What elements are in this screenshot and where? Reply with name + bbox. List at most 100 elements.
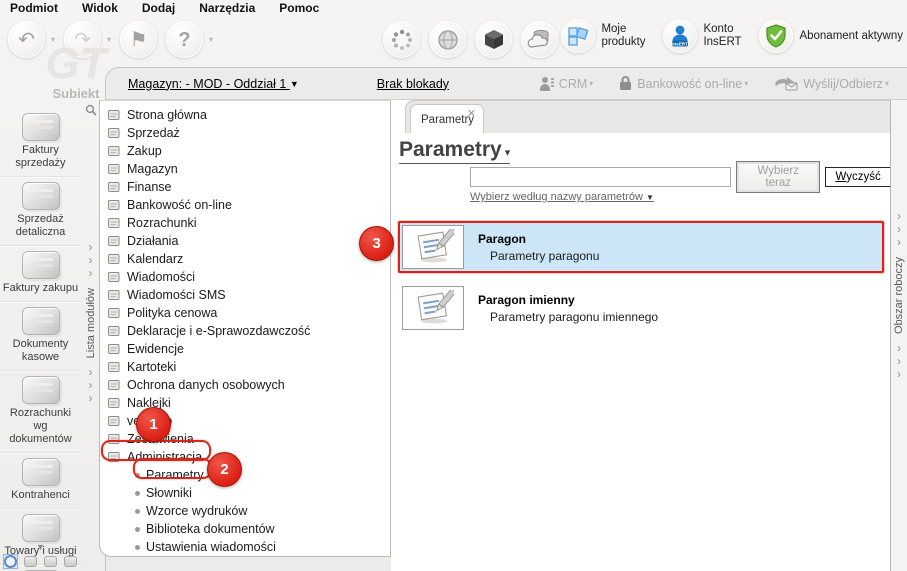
menu-item[interactable]: Pomoc	[279, 1, 319, 17]
insert-account-button[interactable]: InsERT Konto InsERT	[663, 19, 749, 53]
cloud-database-button[interactable]	[521, 21, 558, 58]
tree-item[interactable]: Strona główna	[107, 106, 386, 124]
tree-item[interactable]: Działania	[107, 232, 386, 250]
tree-item[interactable]: Polityka cenowa	[107, 304, 386, 322]
close-icon[interactable]	[467, 107, 476, 120]
send-receive-dropdown-icon	[885, 79, 889, 88]
tree-item-label: Polityka cenowa	[127, 306, 218, 320]
clear-button[interactable]: Wyczyść	[825, 167, 891, 187]
flag-button[interactable]: ⚑	[120, 21, 158, 58]
annotation-step-1: 1	[136, 407, 171, 442]
pricing-policy-icon	[108, 308, 120, 318]
send-receive-button[interactable]: Wyślij/Odbierz	[774, 76, 889, 91]
parameter-search-input[interactable]	[470, 167, 732, 187]
tree-item-label: Kalendarz	[127, 252, 184, 266]
tree-item[interactable]: Słowniki	[107, 484, 386, 502]
sidebar-shortcut[interactable]: Rozrachunki wg dokumentów	[0, 370, 81, 452]
subscription-button[interactable]: Abonament aktywny	[759, 19, 903, 53]
sidebar-shortcut[interactable]: Faktury sprzedaży	[0, 108, 81, 176]
tree-item[interactable]: Rozrachunki	[107, 214, 386, 232]
warehouse-dropdown-icon	[290, 79, 299, 89]
tree-item[interactable]: Kartoteki	[107, 358, 386, 376]
catalogs-icon	[108, 362, 120, 372]
vendero-icon	[108, 416, 120, 426]
my-products-button[interactable]: Moje produkty	[561, 19, 653, 53]
home-icon	[108, 110, 120, 120]
workspace-strip-label[interactable]: Obszar roboczy	[893, 257, 905, 334]
menubar: Podmiot Widok Dodaj Narzędzia Pomoc	[0, 0, 907, 17]
mini-warehouse-icon[interactable]	[63, 554, 78, 569]
online-banking-button[interactable]: Bankowość on-line	[619, 76, 748, 91]
crm-label: CRM	[558, 76, 588, 91]
dotted-ring-icon	[391, 29, 412, 50]
modules-collapse-strip[interactable]: Lista modułów	[82, 100, 99, 530]
tree-item[interactable]: Wzorce wydruków	[107, 502, 386, 520]
tab-strip: Parametry	[405, 100, 890, 133]
pin-icon[interactable]	[85, 104, 97, 116]
mini-current-module-icon[interactable]	[3, 554, 18, 569]
tree-item[interactable]: Bankowość on-line	[107, 196, 386, 214]
select-now-button[interactable]: Wybierz teraz	[736, 161, 821, 193]
product-watermark: GT Subiekt	[36, 42, 116, 102]
module-tree: Strona główna Sprzedaż Zakup Magazyn Fin…	[99, 100, 391, 557]
send-receive-label: Wyślij/Odbierz	[803, 76, 883, 91]
filter-by-name-link[interactable]: Wybierz według nazwy parametrów	[470, 191, 654, 203]
tree-item[interactable]: Ustawienia wiadomości	[107, 538, 386, 556]
settlements-icon	[108, 218, 120, 228]
tree-item[interactable]: Ochrona danych osobowych	[107, 376, 386, 394]
warehouse-selector[interactable]: Magazyn: - MOD - Oddział 1	[128, 77, 299, 91]
tree-item[interactable]: Kalendarz	[107, 250, 386, 268]
mini-purchase-icon[interactable]	[43, 554, 58, 569]
actions-icon	[108, 236, 120, 246]
tree-item[interactable]: Ewidencje	[107, 340, 386, 358]
chevron-right-icon	[89, 267, 93, 280]
tree-item[interactable]: Sprzedaż	[107, 124, 386, 142]
cube-button[interactable]	[475, 21, 512, 58]
sync-button[interactable]	[383, 21, 420, 58]
sidebar-shortcut[interactable]: Dokumenty kasowe	[0, 301, 81, 370]
tree-item[interactable]: Magazyn	[107, 160, 386, 178]
sidebar-more-icon[interactable]	[0, 542, 81, 552]
shortcut-sidebar: Faktury sprzedaży Sprzedaż detaliczna Fa…	[0, 108, 81, 571]
menu-item[interactable]: Dodaj	[142, 1, 175, 17]
help-dropdown-icon[interactable]	[209, 35, 213, 44]
workspace-collapse-strip[interactable]: Obszar roboczy	[890, 100, 907, 571]
forward-dropdown-icon[interactable]	[107, 35, 111, 44]
tree-item-label: Słowniki	[146, 486, 192, 500]
menu-item[interactable]: Podmiot	[10, 1, 58, 17]
crm-button[interactable]: CRM	[539, 76, 593, 92]
shortcut-label: Faktury zakupu	[2, 282, 79, 294]
tree-item[interactable]: Wiadomości	[107, 268, 386, 286]
menu-item[interactable]: Widok	[82, 1, 118, 17]
tree-item[interactable]: Zakup	[107, 142, 386, 160]
tab-parametry[interactable]: Parametry	[410, 104, 484, 133]
lock-status-link[interactable]: Brak blokady	[377, 77, 449, 91]
parameter-row[interactable]: Paragon imienny Parametry paragonu imien…	[398, 282, 884, 334]
menu-item[interactable]: Narzędzia	[199, 1, 255, 17]
parameter-title: Paragon imienny	[478, 292, 575, 307]
tree-item-label: Sprzedaż	[127, 126, 180, 140]
tree-item-label: Biblioteka dokumentów	[146, 522, 275, 536]
tree-item[interactable]: Finanse	[107, 178, 386, 196]
sales-invoices-icon	[21, 113, 60, 141]
annotation-step-3: 3	[359, 226, 394, 261]
tree-item-label: Ustawienia wiadomości	[146, 540, 276, 554]
sidebar-shortcut[interactable]: Faktury zakupu	[0, 245, 81, 301]
parameters-view: Parametry Wybierz teraz Wyczyść Wybierz …	[391, 133, 891, 571]
settlements-by-documents-icon	[21, 376, 60, 404]
help-button[interactable]: ?	[166, 21, 204, 58]
sidebar-shortcut[interactable]: Kontrahenci	[0, 452, 81, 508]
tree-item-label: Wiadomości SMS	[127, 288, 226, 302]
parameter-row[interactable]: Paragon Parametry paragonu	[398, 221, 884, 273]
product-name: Subiekt	[52, 86, 100, 101]
globe-button[interactable]	[429, 21, 466, 58]
mini-sales-icon[interactable]	[23, 554, 38, 569]
send-receive-icon	[775, 77, 798, 91]
chevron-right-icon	[89, 254, 93, 267]
parameter-description: Parametry paragonu	[490, 248, 600, 263]
tree-item[interactable]: Wiadomości SMS	[107, 286, 386, 304]
tree-item[interactable]: Deklaracje i e-Sprawozdawczość	[107, 322, 386, 340]
sidebar-shortcut[interactable]: Sprzedaż detaliczna	[0, 176, 81, 245]
modules-strip-label[interactable]: Lista modułów	[85, 288, 97, 358]
tree-item[interactable]: Biblioteka dokumentów	[107, 520, 386, 538]
